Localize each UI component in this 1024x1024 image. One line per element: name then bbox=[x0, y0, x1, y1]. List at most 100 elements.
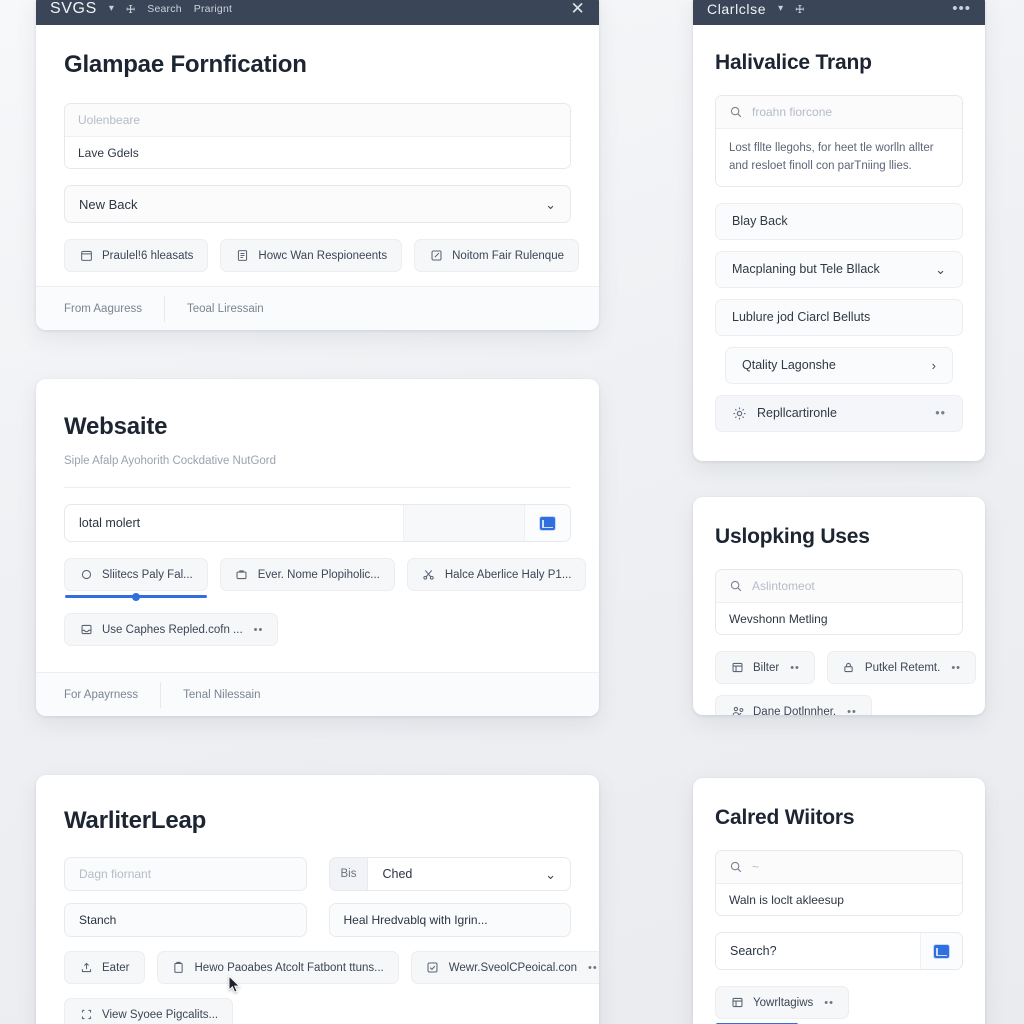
cell-dagn-fiornant: Dagn fiornant bbox=[64, 857, 307, 891]
filter-icon[interactable]: 🜊 bbox=[126, 0, 135, 20]
chip-label: Wewr.SveolCPeoical.con bbox=[448, 961, 577, 974]
input-placeholder: Dagn fiornant bbox=[79, 867, 152, 881]
select-value: Macplaning but Tele Bllack bbox=[732, 262, 880, 277]
search-input[interactable]: Search? bbox=[716, 933, 920, 969]
input-value: Stanch bbox=[79, 913, 117, 927]
chip-ever-nome-plopiholic[interactable]: Ever. Nome Plopiholic... bbox=[219, 558, 395, 591]
input-stanch[interactable]: Stanch bbox=[64, 903, 307, 937]
chip-noitom-fair-rulenque[interactable]: Noitom Fair Rulenque bbox=[414, 239, 579, 272]
search-placeholder: ~ bbox=[752, 860, 760, 874]
search-image-button[interactable] bbox=[920, 933, 962, 969]
input-heal-hredvablq[interactable]: Heal Hredvablq with Igrin... bbox=[328, 903, 571, 937]
image-icon bbox=[934, 944, 949, 958]
chip-eater[interactable]: Eater bbox=[64, 951, 145, 984]
search-row-right-card3: Search? bbox=[715, 932, 963, 970]
footer-tab-for-apayrness[interactable]: For Apayrness bbox=[64, 689, 160, 701]
select-value: Ched bbox=[382, 867, 413, 881]
gear-icon bbox=[732, 406, 747, 421]
chip-bilter[interactable]: Bilter •• bbox=[715, 651, 815, 684]
chevron-down-icon: ⌄ bbox=[935, 261, 946, 277]
chevron-down-icon: ⌄ bbox=[545, 196, 556, 212]
right-card1-title: Halivalice Tranp bbox=[715, 51, 872, 74]
chip-putkel-retemt[interactable]: Putkel Retemt. •• bbox=[826, 651, 977, 684]
chip-label: Halce Aberlice Haly P1... bbox=[444, 568, 572, 581]
chip-overflow-dots[interactable]: •• bbox=[847, 706, 857, 716]
right-card3-title: Calred Wiitors bbox=[715, 806, 855, 829]
chip-overflow-dots[interactable]: •• bbox=[254, 624, 264, 636]
cell-stanch: Stanch bbox=[64, 903, 307, 937]
chip-hewo-paoabes-atcolt[interactable]: Hewo Paoabes Atcolt Fatbont ttuns... bbox=[156, 951, 399, 984]
right-card2-title: Uslopking Uses bbox=[715, 525, 870, 548]
chip-howc-wan-respioneents[interactable]: Howc Wan Respioneents bbox=[220, 239, 403, 272]
input-dagn-fiornant[interactable]: Dagn fiornant bbox=[64, 857, 307, 891]
row-overflow-dots[interactable]: •• bbox=[935, 406, 946, 420]
right-card3-body: Calred Wiitors ~ Waln is loclt akleesup … bbox=[693, 778, 985, 1024]
input-value: Heal Hredvablq with Igrin... bbox=[343, 913, 488, 927]
chip-label: Putkel Retemt. bbox=[864, 661, 941, 674]
chip-view-syoee-pigcalits[interactable]: View Syoee Pigcalits... bbox=[64, 998, 234, 1024]
checkbox-icon bbox=[426, 961, 440, 975]
select-macplaning-but-tele-bllack[interactable]: Macplaning but Tele Bllack ⌄ bbox=[715, 250, 963, 288]
search-placeholder: Aslintomeot bbox=[752, 579, 815, 593]
chip-overflow-dots[interactable]: •• bbox=[790, 662, 800, 674]
search-row-gap bbox=[404, 505, 524, 541]
chip-label: Eater bbox=[102, 961, 130, 974]
chip-label: Hewo Paoabes Atcolt Fatbont ttuns... bbox=[194, 961, 384, 974]
row-repllcartironle[interactable]: Repllcartironle •• bbox=[715, 394, 963, 432]
card3-body: WarliterLeap Dagn fiornant Bis Ched ⌄ St… bbox=[36, 775, 599, 1024]
input-lave-gdels[interactable]: Lave Gdels bbox=[65, 136, 570, 168]
chip-praulel-hleasats[interactable]: Praulel!6 hleasats bbox=[64, 239, 209, 272]
select-ched[interactable]: Ched ⌄ bbox=[367, 857, 571, 891]
titlebar-svgs: SVGS ▾ 🜊 Search Prarignt ✕ bbox=[36, 0, 599, 25]
chip-use-caphes-repled[interactable]: Use Caphes Repled.cofn ... •• bbox=[64, 613, 279, 646]
search-input[interactable]: lotal molert bbox=[65, 505, 404, 541]
row-blay-back[interactable]: Blay Back bbox=[715, 202, 963, 240]
chevron-down-icon[interactable]: ▾ bbox=[109, 3, 114, 14]
input-wevshonn-metling[interactable]: Wevshonn Metling bbox=[716, 602, 962, 634]
chip-overflow-dots[interactable]: •• bbox=[951, 662, 961, 674]
table-icon bbox=[730, 996, 744, 1010]
chevron-down-icon[interactable]: ▾ bbox=[778, 3, 783, 14]
titlebar-link-search[interactable]: Search bbox=[147, 3, 181, 15]
footer-tab-teoal-liressain[interactable]: Teoal Liressain bbox=[187, 303, 286, 315]
card1-footer: From Aaguress Teoal Liressain bbox=[36, 286, 599, 330]
chip-yowrltagiws[interactable]: Yowrltagiws •• bbox=[715, 986, 849, 1024]
input-uolenbeare[interactable]: Uolenbeare bbox=[65, 104, 570, 136]
search-input-row[interactable]: Aslintomeot bbox=[716, 570, 962, 602]
right-card2-body: Uslopking Uses Aslintomeot Wevshonn Metl… bbox=[693, 497, 985, 715]
chip-overflow-dots[interactable]: •• bbox=[824, 997, 834, 1009]
search-image-button[interactable] bbox=[524, 505, 570, 541]
footer-tab-tenal-nilessain[interactable]: Tenal Nilessain bbox=[183, 689, 282, 701]
footer-tab-from-aaguress[interactable]: From Aaguress bbox=[64, 303, 164, 315]
chip-label: Praulel!6 hleasats bbox=[102, 249, 194, 262]
titlebar-link-prarignt[interactable]: Prarignt bbox=[194, 3, 232, 15]
close-icon[interactable]: ✕ bbox=[571, 0, 585, 17]
scissors-icon bbox=[422, 568, 436, 582]
people-icon bbox=[730, 705, 744, 715]
page-title: Glampae Fornfication bbox=[64, 51, 307, 78]
chip-overflow-dots[interactable]: •• bbox=[588, 962, 598, 974]
chip-dane-dotlnnher[interactable]: Dane Dotlnnher. •• bbox=[715, 695, 872, 715]
right-card1-body: Halivalice Tranp froahn fiorcone Lost fl… bbox=[693, 25, 985, 461]
row-label: Qtality Lagonshe bbox=[742, 358, 836, 373]
input-lublure-jod-ciarcl-belluts[interactable]: Lublure jod Ciarcl Belluts bbox=[715, 298, 963, 336]
filter-icon[interactable]: 🜊 bbox=[795, 0, 804, 20]
chip-halce-aberlice-haly[interactable]: Halce Aberlice Haly P1... bbox=[406, 558, 587, 591]
body-text: Lost fllte llegohs, for heet tle worlln … bbox=[729, 142, 934, 173]
upload-icon bbox=[79, 961, 93, 975]
search-input-row[interactable]: ~ bbox=[716, 851, 962, 883]
search-group-2: Aslintomeot Wevshonn Metling bbox=[715, 569, 963, 635]
input-waln-is-loclt[interactable]: Waln is loclt akleesup bbox=[716, 883, 962, 915]
search-input-row[interactable]: froahn fiorcone bbox=[716, 96, 962, 128]
chevron-right-icon: › bbox=[931, 357, 936, 373]
select-new-back[interactable]: New Back ⌄ bbox=[64, 185, 571, 223]
cell-heal-hredvablq: Heal Hredvablq with Igrin... bbox=[328, 903, 571, 937]
chip-label: Ever. Nome Plopiholic... bbox=[257, 568, 380, 581]
more-horizontal-icon[interactable]: ••• bbox=[952, 1, 971, 16]
chip-slider-knob[interactable] bbox=[131, 593, 140, 601]
input-value: Lublure jod Ciarcl Belluts bbox=[732, 310, 871, 325]
chip-wewr-sveolcpeoical[interactable]: Wewr.SveolCPeoical.con •• bbox=[410, 951, 599, 984]
search-placeholder: froahn fiorcone bbox=[752, 105, 833, 119]
row-qtality-lagonshe[interactable]: Qtality Lagonshe › bbox=[725, 346, 953, 384]
chip-sliitecs-paly-fal[interactable]: Sliitecs Paly Fal... bbox=[64, 558, 208, 601]
